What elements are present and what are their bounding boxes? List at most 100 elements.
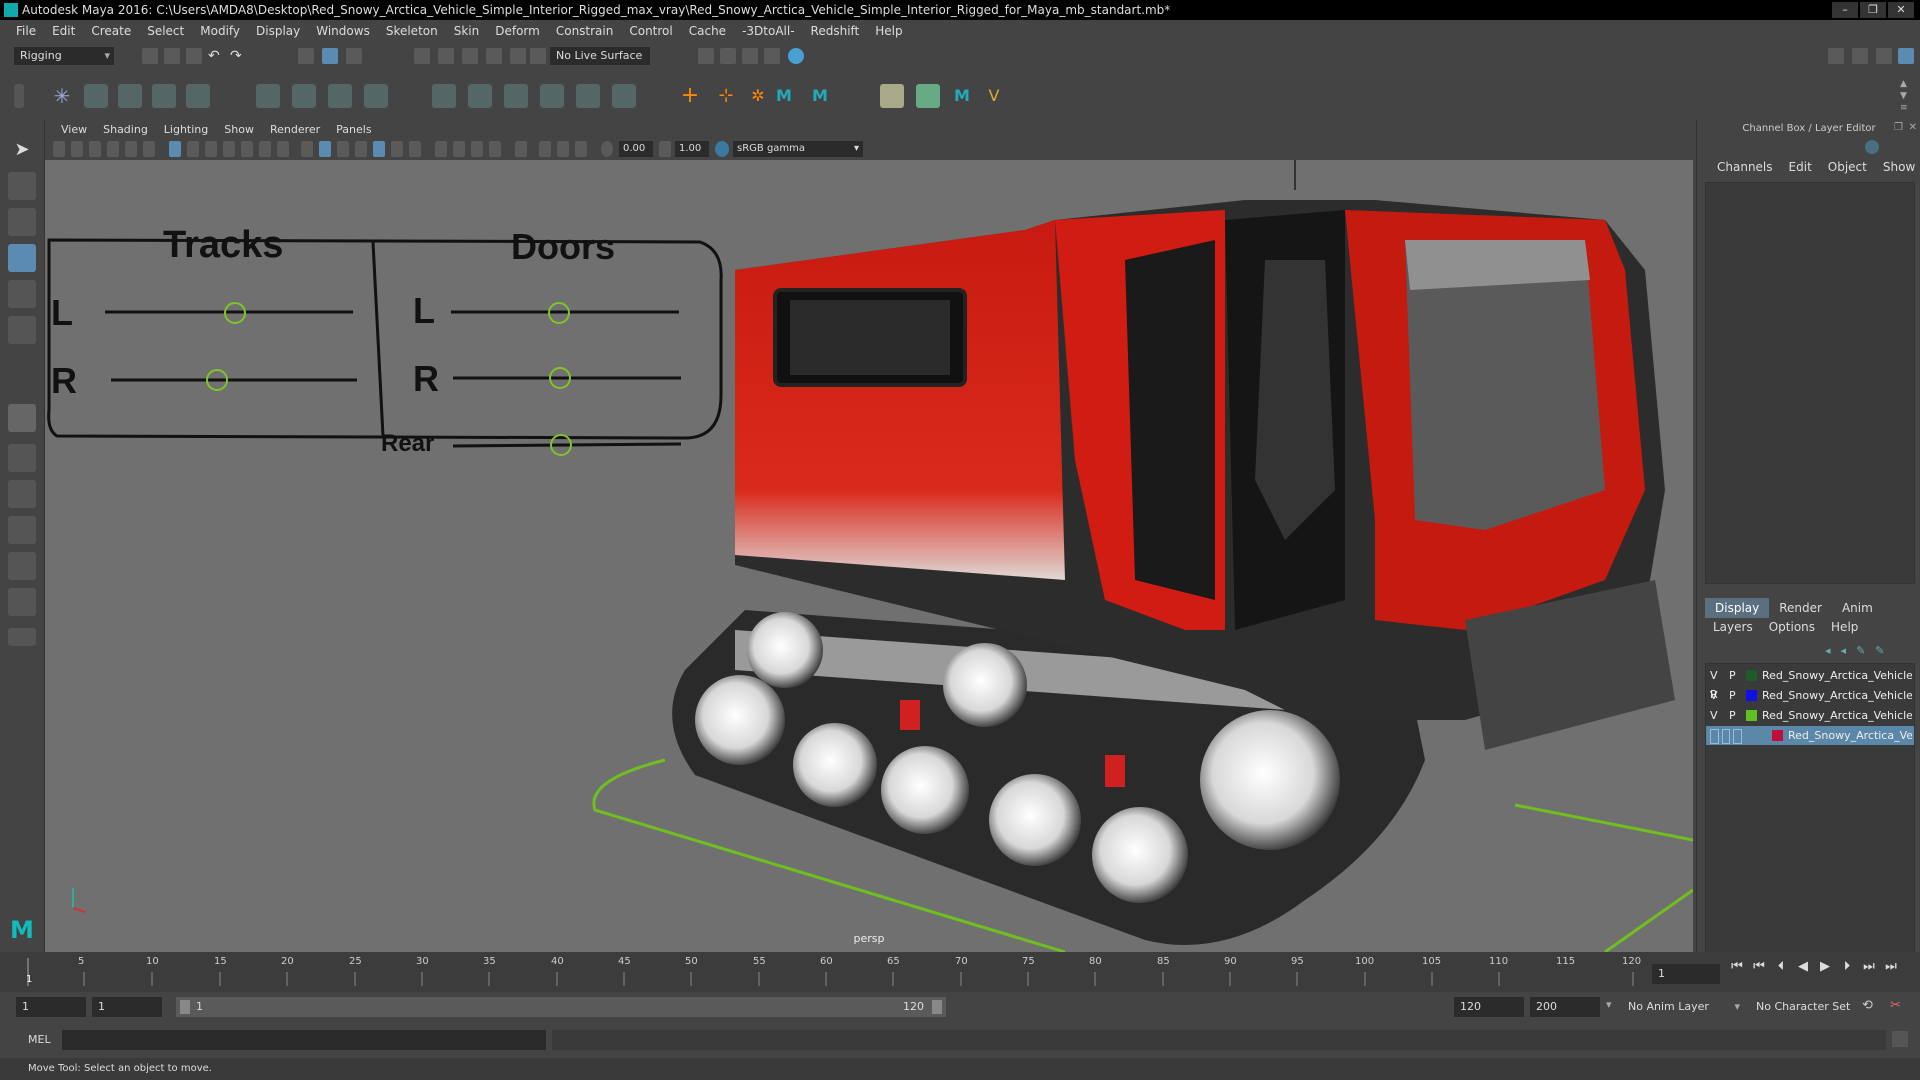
camera-select-icon[interactable] (53, 141, 65, 157)
minimize-button[interactable]: – (1832, 2, 1858, 18)
shelf-m-icon-3[interactable]: M (950, 84, 974, 108)
side-by-side-icon[interactable] (8, 480, 36, 508)
shelf-m-icon-1[interactable]: M (772, 84, 796, 108)
motion-blur-icon[interactable] (453, 141, 465, 157)
grease-pencil-icon[interactable] (143, 141, 155, 157)
wireframe-icon[interactable] (301, 141, 313, 157)
current-frame-field[interactable]: 1 (1652, 964, 1720, 984)
ik-spline-icon[interactable] (118, 84, 142, 108)
mel-input[interactable] (62, 1030, 546, 1050)
snap-surface-icon[interactable] (510, 48, 526, 64)
move-layer-up-icon[interactable]: ◂ (1825, 644, 1831, 658)
layer-menu-options[interactable]: Options (1761, 620, 1823, 638)
layer-menu-help[interactable]: Help (1823, 620, 1866, 638)
cb-menu-channels[interactable]: Channels (1709, 160, 1781, 178)
menu-file[interactable]: File (8, 24, 44, 38)
select-component-icon[interactable] (346, 48, 362, 64)
menu-edit[interactable]: Edit (44, 24, 83, 38)
cb-menu-object[interactable]: Object (1820, 160, 1875, 178)
range-start-handle[interactable] (180, 1000, 190, 1014)
scene-start-field[interactable]: 1 (16, 997, 86, 1017)
menu-skin[interactable]: Skin (446, 24, 488, 38)
perspective-viewport[interactable]: Tracks Doors L R L R Rear persp (45, 160, 1693, 952)
range-end-handle[interactable] (932, 1000, 942, 1014)
panel-menu-shading[interactable]: Shading (95, 123, 156, 136)
lattice-icon[interactable] (328, 84, 352, 108)
humanik-icon[interactable] (186, 84, 210, 108)
layout-more-icon[interactable] (8, 628, 36, 646)
parent-constraint-icon[interactable] (576, 84, 600, 108)
panel-menu-panels[interactable]: Panels (328, 123, 379, 136)
depth-of-field-icon[interactable] (489, 141, 501, 157)
locator-icon[interactable]: + (678, 84, 702, 108)
layer-color-swatch[interactable] (1772, 730, 1783, 741)
panel-menu-view[interactable]: View (53, 123, 95, 136)
menu-control[interactable]: Control (621, 24, 680, 38)
layer-row[interactable]: V P R Red_Snowy_Arctica_Vehicle_S (1706, 666, 1914, 701)
character-set-dropdown[interactable]: No Character Set (1750, 997, 1870, 1017)
redo-icon[interactable]: ↷ (230, 48, 246, 64)
scene-end-field[interactable]: 200 (1530, 997, 1600, 1017)
layer-flags[interactable]: V P (1710, 706, 1742, 725)
playback-start-field[interactable]: 1 (92, 997, 162, 1017)
lasso-tool-icon[interactable] (8, 172, 36, 200)
gamma-field[interactable]: 1.00 (675, 141, 709, 157)
go-to-start-icon[interactable]: ⏮ (1728, 958, 1746, 976)
antialiasing-icon[interactable] (471, 141, 483, 157)
camera-attr-icon[interactable] (71, 141, 83, 157)
paint-select-icon[interactable] (8, 208, 36, 236)
chevron-down-icon[interactable]: ▾ (1606, 998, 1612, 1011)
scale-constraint-icon[interactable] (540, 84, 564, 108)
rotate-tool-icon[interactable] (8, 280, 36, 308)
four-pane-icon[interactable] (8, 444, 36, 472)
aim-constraint-icon[interactable] (468, 84, 492, 108)
mel-label[interactable]: MEL (28, 1033, 51, 1046)
resolution-gate-icon[interactable] (205, 141, 217, 157)
layer-row[interactable]: V P Red_Snowy_Arctica_Vehicle_S (1706, 706, 1914, 725)
insert-joint-icon[interactable] (152, 84, 176, 108)
safe-title-icon[interactable] (277, 141, 289, 157)
menu-help[interactable]: Help (867, 24, 910, 38)
channel-box-icon[interactable] (1898, 48, 1914, 64)
backface-icon[interactable] (575, 141, 587, 157)
panel-menu-renderer[interactable]: Renderer (262, 123, 328, 136)
play-backward-icon[interactable]: ◀ (1794, 958, 1812, 976)
open-scene-icon[interactable] (164, 48, 180, 64)
render-frame-icon[interactable] (720, 48, 736, 64)
gamma-icon[interactable] (659, 141, 671, 157)
isolate-select-icon[interactable] (515, 141, 527, 157)
tab-render[interactable]: Render (1769, 598, 1832, 618)
new-scene-icon[interactable] (142, 48, 158, 64)
snap-point-icon[interactable] (462, 48, 478, 64)
wireframe-on-shaded-icon[interactable] (337, 141, 349, 157)
step-forward-key-icon[interactable]: ⏭ (1860, 958, 1878, 976)
joint-tool-icon[interactable]: ✳ (50, 84, 74, 108)
outliner-layout-icon[interactable] (8, 552, 36, 580)
view-transform-dropdown[interactable]: sRGB gamma ▾ (733, 141, 863, 157)
channel-list[interactable] (1705, 182, 1915, 584)
point-constraint-icon[interactable] (432, 84, 456, 108)
menu-windows[interactable]: Windows (308, 24, 378, 38)
cb-menu-edit[interactable]: Edit (1781, 160, 1820, 178)
menu-redshift[interactable]: Redshift (803, 24, 868, 38)
layer-row-selected[interactable]: Red_Snowy_Arctica_Veh (1706, 726, 1914, 745)
scale-tool-icon[interactable] (8, 316, 36, 344)
undo-icon[interactable]: ↶ (208, 48, 224, 64)
ipr-render-icon[interactable] (742, 48, 758, 64)
script-editor-icon[interactable] (1892, 1031, 1908, 1047)
shelf-scroll-icon[interactable]: ▲ ▼ ≡ (1900, 78, 1910, 114)
step-forward-frame-icon[interactable]: ⏵ (1838, 958, 1856, 976)
select-hierarchy-icon[interactable] (298, 48, 314, 64)
field-chart-icon[interactable] (241, 141, 253, 157)
single-pane-icon[interactable] (8, 404, 36, 432)
maximize-button[interactable]: ❐ (1860, 2, 1886, 18)
cluster-icon[interactable] (364, 84, 388, 108)
shelf-v-icon[interactable]: V (982, 84, 1006, 108)
snap-grid-icon[interactable] (414, 48, 430, 64)
smooth-shade-icon[interactable] (319, 141, 331, 157)
menu-display[interactable]: Display (248, 24, 308, 38)
move-layer-down-icon[interactable]: ◂ (1841, 644, 1847, 658)
orient-constraint-icon[interactable] (504, 84, 528, 108)
panel-menu-show[interactable]: Show (216, 123, 262, 136)
menu-skeleton[interactable]: Skeleton (378, 24, 446, 38)
